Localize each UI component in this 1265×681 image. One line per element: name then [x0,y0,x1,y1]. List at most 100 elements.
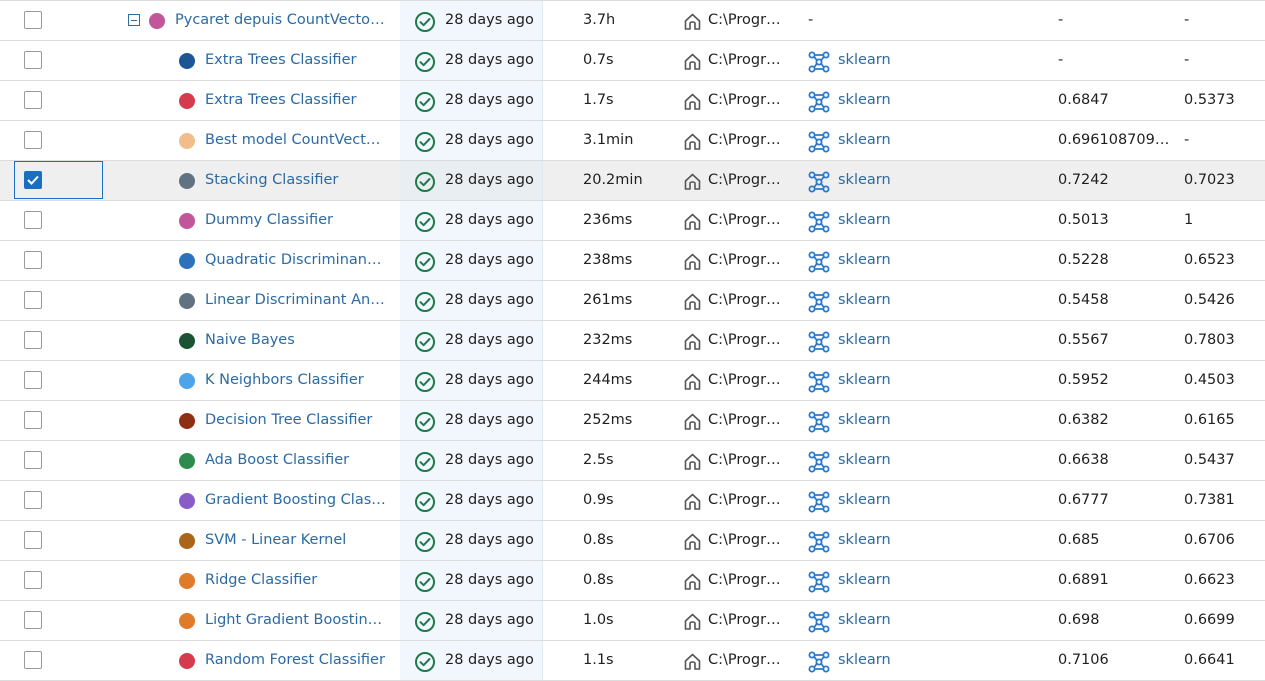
run-model-link[interactable]: sklearn [838,292,891,308]
row-checkbox[interactable] [24,171,42,189]
run-name-link[interactable]: Decision Tree Classifier [205,412,387,428]
run-source[interactable]: C:\Progr… [708,612,781,628]
run-source[interactable]: C:\Progr… [708,212,781,228]
row-checkbox[interactable] [24,611,42,629]
row-checkbox[interactable] [24,571,42,589]
run-name-link[interactable]: Quadratic Discriminant A… [205,252,387,268]
run-model-link[interactable]: sklearn [838,172,891,188]
run-source[interactable]: C:\Progr… [708,52,781,68]
metric-value-1: 0.5952 [1058,372,1109,388]
table-row[interactable]: Ada Boost Classifier 28 days ago 2.5s C:\Pr… [0,441,1265,481]
table-row[interactable]: K Neighbors Classifier 28 days ago 244ms C:… [0,361,1265,401]
row-checkbox[interactable] [24,211,42,229]
run-name-link[interactable]: K Neighbors Classifier [205,372,387,388]
check-circle-icon [414,411,436,437]
run-model-link[interactable]: sklearn [838,452,891,468]
run-name-link[interactable]: Best model CountVectori… [205,132,387,148]
run-model-link[interactable]: sklearn [838,132,891,148]
row-checkbox[interactable] [24,531,42,549]
row-checkbox[interactable] [24,651,42,669]
row-checkbox[interactable] [24,491,42,509]
row-checkbox[interactable] [24,331,42,349]
check-circle-icon [414,251,436,277]
run-source[interactable]: C:\Progr… [708,412,781,428]
run-model-link[interactable]: sklearn [838,612,891,628]
sklearn-icon [808,451,830,477]
run-created: 28 days ago [445,452,534,468]
row-checkbox[interactable] [24,251,42,269]
run-model-link[interactable]: sklearn [838,52,891,68]
run-model-link[interactable]: sklearn [838,372,891,388]
run-created: 28 days ago [445,92,534,108]
row-checkbox[interactable] [24,11,42,29]
run-color-dot [179,93,195,109]
table-row[interactable]: Stacking Classifier 28 days ago 20.2min C:\… [0,161,1265,201]
run-name-link[interactable]: Extra Trees Classifier [205,52,387,68]
table-row[interactable]: Pycaret depuis CountVectorizer 28 days ag… [0,0,1265,41]
metric-value-1: 0.696108709… [1058,132,1170,148]
row-checkbox[interactable] [24,91,42,109]
row-checkbox[interactable] [24,131,42,149]
run-source[interactable]: C:\Progr… [708,252,781,268]
run-name-link[interactable]: Extra Trees Classifier [205,92,387,108]
run-source[interactable]: C:\Progr… [708,572,781,588]
run-model-link[interactable]: sklearn [838,572,891,588]
metric-value-1: 0.6891 [1058,572,1109,588]
row-checkbox[interactable] [24,371,42,389]
sklearn-icon [808,491,830,517]
run-source[interactable]: C:\Progr… [708,172,781,188]
table-row[interactable]: SVM - Linear Kernel 28 days ago 0.8s C:\Pro… [0,521,1265,561]
row-checkbox[interactable] [24,451,42,469]
run-model-link[interactable]: sklearn [838,212,891,228]
row-checkbox[interactable] [24,291,42,309]
table-row[interactable]: Linear Discriminant Analy… 28 days ago 261… [0,281,1265,321]
table-row[interactable]: Extra Trees Classifier 28 days ago 1.7s C:\… [0,81,1265,121]
run-model-link[interactable]: sklearn [838,532,891,548]
run-source[interactable]: C:\Progr… [708,332,781,348]
run-name-link[interactable]: Ada Boost Classifier [205,452,387,468]
row-checkbox[interactable] [24,51,42,69]
table-row[interactable]: Random Forest Classifier 28 days ago 1.1s C… [0,641,1265,681]
run-source[interactable]: C:\Progr… [708,452,781,468]
check-circle-icon [414,451,436,477]
table-row[interactable]: Quadratic Discriminant A… 28 days ago 238m… [0,241,1265,281]
row-checkbox[interactable] [24,411,42,429]
run-source[interactable]: C:\Progr… [708,92,781,108]
table-row[interactable]: Light Gradient Boosting … 28 days ago 1.0s… [0,601,1265,641]
run-source[interactable]: C:\Progr… [708,292,781,308]
table-row[interactable]: Dummy Classifier 28 days ago 236ms C:\Progr… [0,201,1265,241]
run-name-link[interactable]: Linear Discriminant Analy… [205,292,387,308]
run-source[interactable]: C:\Progr… [708,372,781,388]
run-source[interactable]: C:\Progr… [708,12,781,28]
run-name-link[interactable]: Stacking Classifier [205,172,387,188]
run-name-link[interactable]: SVM - Linear Kernel [205,532,387,548]
run-name-link[interactable]: Naive Bayes [205,332,387,348]
run-model-link[interactable]: sklearn [838,92,891,108]
run-source[interactable]: C:\Progr… [708,652,781,668]
run-model-link[interactable]: sklearn [838,412,891,428]
run-model-link[interactable]: sklearn [838,252,891,268]
run-model-link[interactable]: sklearn [838,492,891,508]
collapse-minus-icon[interactable] [128,14,140,26]
run-source[interactable]: C:\Progr… [708,132,781,148]
run-name-link[interactable]: Pycaret depuis CountVectorizer [175,12,390,28]
run-name-link[interactable]: Light Gradient Boosting … [205,612,387,628]
table-row[interactable]: Gradient Boosting Classifi… 28 days ago 0.… [0,481,1265,521]
table-row[interactable]: Ridge Classifier 28 days ago 0.8s C:\Progr…… [0,561,1265,601]
table-row[interactable]: Best model CountVectori… 28 days ago 3.1mi… [0,121,1265,161]
run-source[interactable]: C:\Progr… [708,492,781,508]
table-row[interactable]: Naive Bayes 28 days ago 232ms C:\Progr… skle… [0,321,1265,361]
run-model-link[interactable]: sklearn [838,332,891,348]
run-model-link[interactable]: sklearn [838,652,891,668]
table-row[interactable]: Decision Tree Classifier 28 days ago 252ms… [0,401,1265,441]
run-name-link[interactable]: Random Forest Classifier [205,652,387,668]
metric-value-2: 0.5373 [1184,92,1235,108]
run-name-link[interactable]: Ridge Classifier [205,572,387,588]
run-source[interactable]: C:\Progr… [708,532,781,548]
run-name-link[interactable]: Dummy Classifier [205,212,387,228]
run-color-dot [179,213,195,229]
table-row[interactable]: Extra Trees Classifier 28 days ago 0.7s C:\… [0,41,1265,81]
home-icon [683,92,702,115]
run-name-link[interactable]: Gradient Boosting Classifi… [205,492,387,508]
home-icon [683,652,702,675]
